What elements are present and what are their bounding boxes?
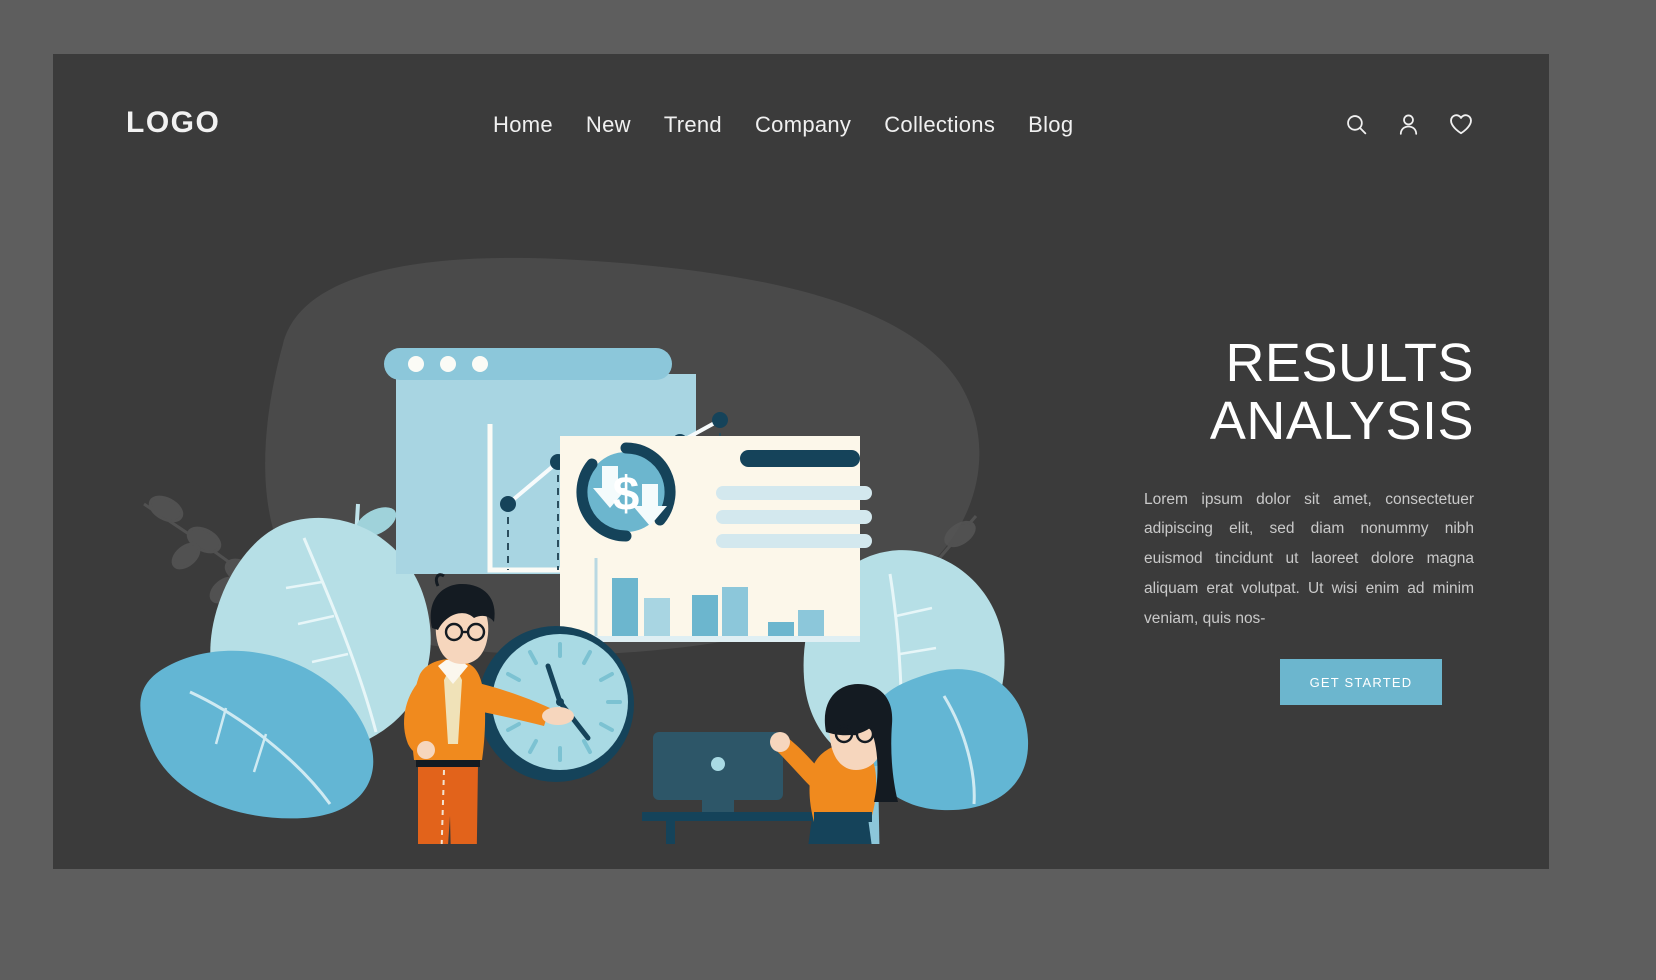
nav-menu: Home New Trend Company Collections Blog [493,112,1073,138]
woman-hand [770,732,790,752]
man-hand-hip [417,741,435,759]
monitor-dot [711,757,725,771]
nav-item-collections[interactable]: Collections [884,112,995,138]
hero-paragraph: Lorem ipsum dolor sit amet, consectetuer… [1144,490,1474,627]
hero-illustration: $ [108,204,1038,844]
nav-item-blog[interactable]: Blog [1028,112,1073,138]
woman-belt [814,812,872,822]
man-hand-extended [542,707,574,725]
man-trousers [418,764,478,844]
dollar-symbol: $ [613,468,640,521]
site-canvas: LOGO Home New Trend Company Collections … [53,54,1549,869]
card-text-line [716,534,872,548]
page-title: RESULTS ANALYSIS [1209,333,1474,452]
navigation-bar: LOGO Home New Trend Company Collections … [53,54,1549,229]
nav-item-new[interactable]: New [586,112,631,138]
logo[interactable]: LOGO [126,106,220,140]
report-card: $ [560,436,872,642]
card-text-line [716,510,872,524]
desk-leg [666,821,675,844]
nav-icon-group [1344,111,1474,137]
search-icon[interactable] [1344,112,1369,137]
card-heading-line [740,450,860,467]
nav-item-home[interactable]: Home [493,112,553,138]
get-started-button[interactable]: GET STARTED [1280,659,1442,706]
user-icon[interactable] [1396,112,1421,137]
page-root: LOGO Home New Trend Company Collections … [0,0,1656,980]
monitor-neck [702,800,734,814]
nav-item-trend[interactable]: Trend [664,112,722,138]
hero-text-block: RESULTS ANALYSIS Lorem ipsum dolor sit a… [1074,333,1474,706]
nav-item-company[interactable]: Company [755,112,851,138]
bar-chart-baseline [560,636,860,642]
card-text-line [716,486,872,500]
clock-center [556,698,564,706]
heart-icon[interactable] [1448,111,1474,137]
